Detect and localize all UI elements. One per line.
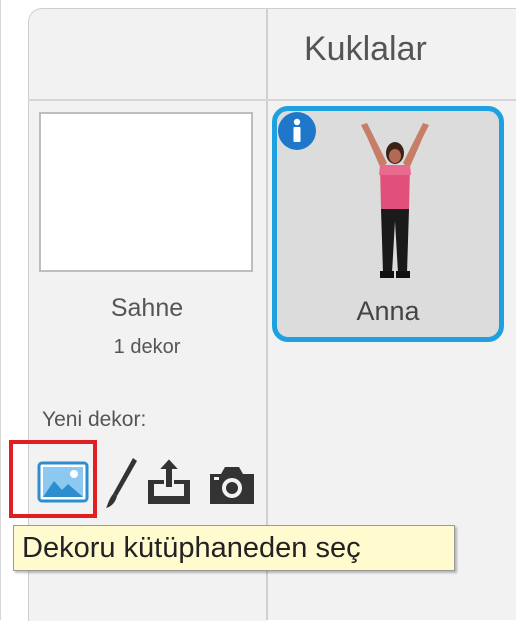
new-backdrop-label: Yeni dekor: [42,408,147,431]
camera-backdrop-button[interactable] [206,462,258,508]
backdrop-count: 1 dekor [113,336,181,358]
sprites-title: Kuklalar [304,30,427,68]
camera-icon [210,467,254,504]
upload-backdrop-button[interactable] [144,454,194,510]
paint-new-backdrop-button[interactable] [103,454,139,510]
sprite-card-anna[interactable]: Anna [272,106,504,342]
header-divider [28,99,516,101]
stage-thumbnail[interactable] [39,112,253,272]
paintbrush-icon [106,458,137,508]
tooltip: Dekoru kütüphaneden seç [13,525,455,571]
upload-icon [148,456,190,504]
sprite-thumbnail-anna [361,123,429,278]
highlight-box [9,440,97,518]
info-icon[interactable] [277,111,317,151]
sprite-name: Anna [356,296,420,326]
stage-name: Sahne [110,294,184,322]
